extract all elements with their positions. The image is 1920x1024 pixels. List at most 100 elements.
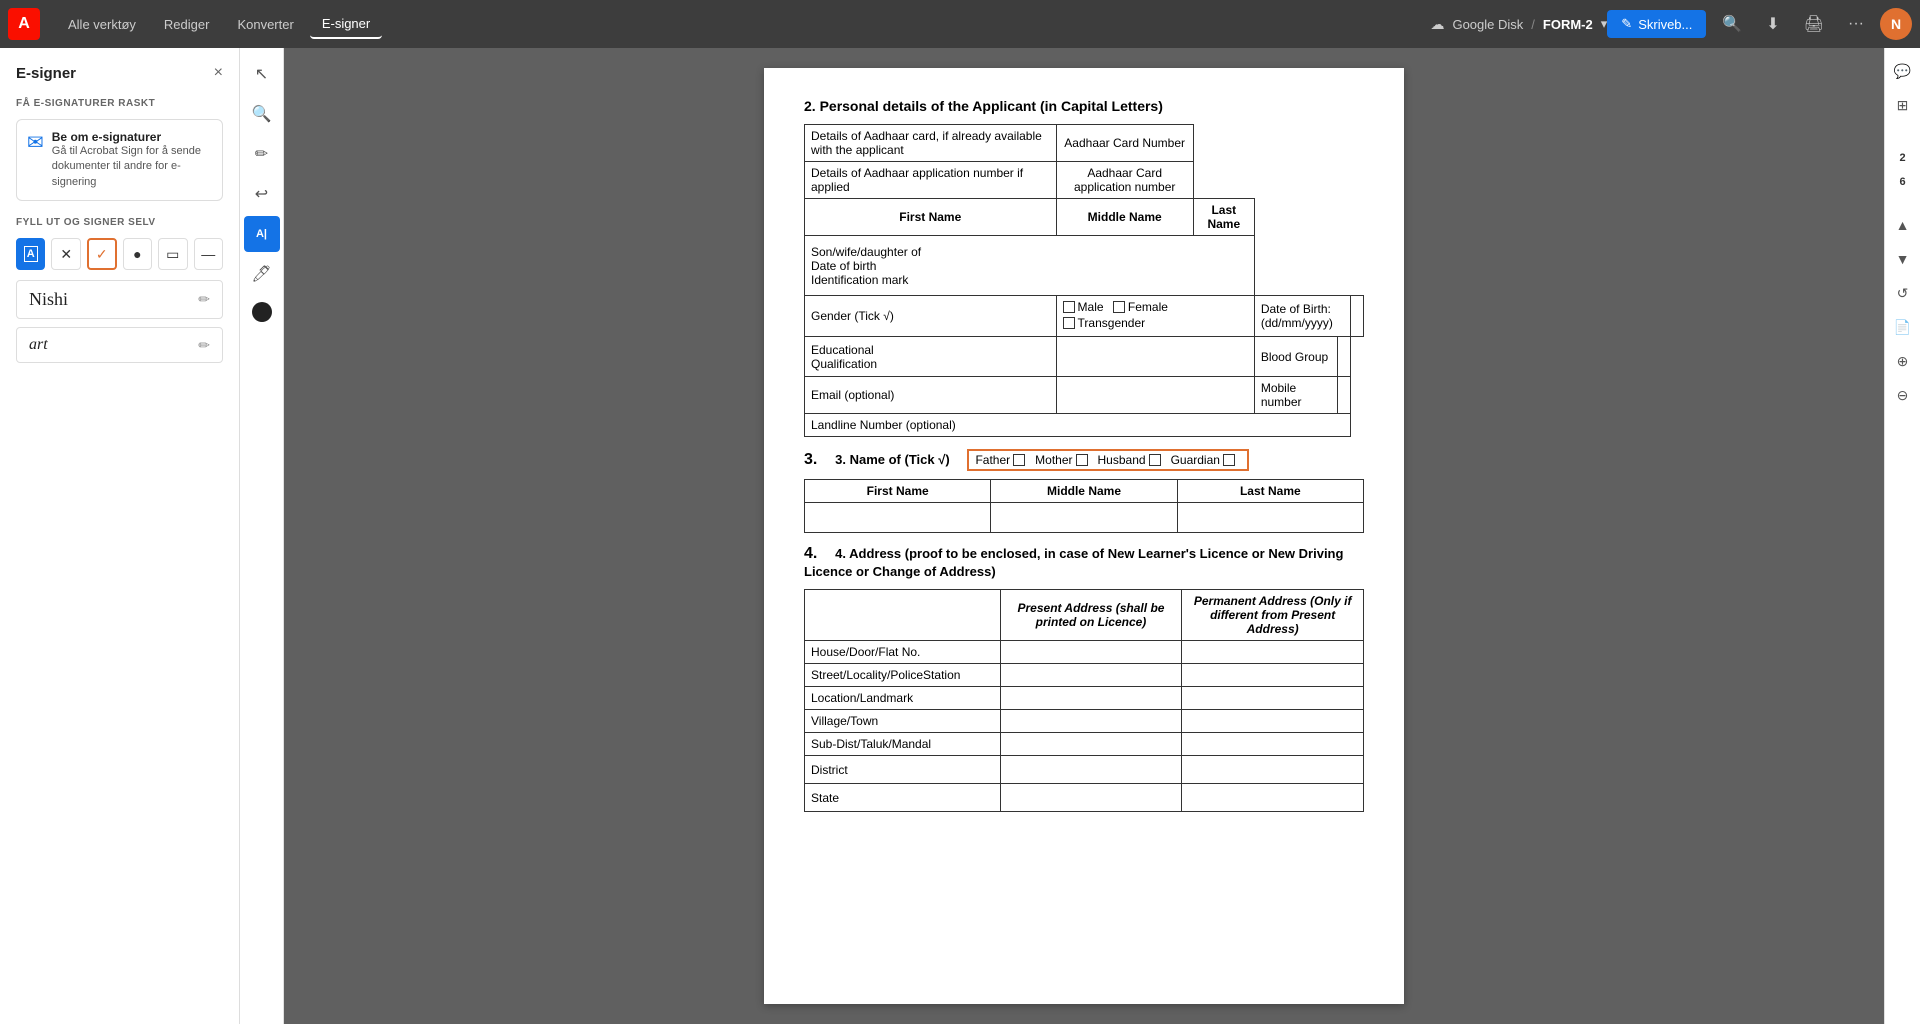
cross-tool-button[interactable]: ✕ bbox=[51, 238, 80, 270]
table-row: Landline Number (optional) bbox=[805, 414, 1364, 437]
chat-icon-button[interactable]: 💬 bbox=[1888, 56, 1918, 86]
document: 2. Personal details of the Applicant (in… bbox=[764, 68, 1404, 1004]
transgender-checkbox[interactable] bbox=[1063, 317, 1075, 329]
husband-checkbox[interactable] bbox=[1149, 454, 1161, 466]
topbar: A Alle verktøy Rediger Konverter E-signe… bbox=[0, 0, 1920, 48]
sub-dist-permanent-value bbox=[1182, 733, 1364, 756]
esign-promo-card: ✉ Be om e-signaturer Gå til Acrobat Sign… bbox=[16, 119, 223, 201]
section4-container: 4. 4. Address (proof to be enclosed, in … bbox=[804, 545, 1364, 581]
dob-cell: Date of Birth: (dd/mm/yyyy) bbox=[1254, 296, 1350, 337]
scroll-up-button[interactable]: ▲ bbox=[1888, 210, 1918, 240]
mother-checkbox[interactable] bbox=[1076, 454, 1088, 466]
cross-icon: ✕ bbox=[60, 246, 72, 263]
type-icon: A| bbox=[256, 228, 267, 240]
guardian-option: Guardian bbox=[1171, 453, 1235, 467]
cloud-label: Google Disk bbox=[1452, 17, 1523, 32]
circle-tool bbox=[252, 302, 272, 322]
table-row: Gender (Tick √) Male Female bbox=[805, 296, 1364, 337]
download-button[interactable]: ⬇ bbox=[1758, 10, 1787, 38]
table-row: Details of Aadhaar card, if already avai… bbox=[805, 125, 1364, 162]
zoom-in-button[interactable]: ⊕ bbox=[1888, 346, 1918, 376]
aadhaar-app-number-cell: Aadhaar Card application number bbox=[1056, 162, 1193, 199]
search-button[interactable]: 🔍 bbox=[1714, 10, 1750, 38]
street-label-cell: Street/Locality/PoliceStation bbox=[805, 664, 1001, 687]
nav-esigner[interactable]: E-signer bbox=[310, 10, 382, 39]
female-checkbox[interactable] bbox=[1113, 301, 1125, 313]
esigner-header: E-signer × bbox=[16, 64, 223, 82]
guardian-checkbox[interactable] bbox=[1223, 454, 1235, 466]
table-row: First Name Middle Name Last Name bbox=[805, 480, 1364, 503]
pen-tool-button[interactable]: ✏ bbox=[244, 136, 280, 172]
last-name-col: Last Name bbox=[1177, 480, 1363, 503]
document-area: 2. Personal details of the Applicant (in… bbox=[284, 48, 1884, 1024]
line-tool-button[interactable]: — bbox=[194, 238, 223, 270]
zoom-out-button[interactable]: ⊖ bbox=[1888, 380, 1918, 410]
fast-section-label: FÅ E-SIGNATURER RASKT bbox=[16, 98, 223, 109]
signature-card-1[interactable]: Nishi ✏ bbox=[16, 280, 223, 319]
promo-text: Be om e-signaturer Gå til Acrobat Sign f… bbox=[52, 130, 212, 190]
esigner-close-button[interactable]: × bbox=[214, 64, 223, 82]
husband-option: Husband bbox=[1098, 453, 1161, 467]
section3-title: 3. bbox=[804, 451, 831, 468]
print-button[interactable]: 🖨 bbox=[1796, 10, 1832, 38]
fill-section-label: FYLL UT OG SIGNER SELV bbox=[16, 217, 223, 228]
section3-container: 3. 3. Name of (Tick √) Father Mother Hus… bbox=[804, 449, 1364, 471]
signature-text-2: art bbox=[29, 336, 48, 354]
middle-name-header: Middle Name bbox=[1056, 199, 1193, 236]
table-row: Educational Qualification Blood Group bbox=[805, 337, 1364, 377]
house-label-cell: House/Door/Flat No. bbox=[805, 641, 1001, 664]
present-address-header: Present Address (shall be printed on Lic… bbox=[1000, 590, 1182, 641]
grid-icon-button[interactable]: ⊞ bbox=[1888, 90, 1918, 120]
breadcrumb-sep: / bbox=[1531, 17, 1535, 32]
dot-tool-button[interactable]: ● bbox=[123, 238, 152, 270]
table-row: Location/Landmark bbox=[805, 687, 1364, 710]
father-checkbox[interactable] bbox=[1013, 454, 1025, 466]
user-avatar[interactable]: N bbox=[1880, 8, 1912, 40]
write-button[interactable]: ✎ Skriveb... bbox=[1607, 10, 1706, 38]
house-permanent-value bbox=[1182, 641, 1364, 664]
first-name-value bbox=[805, 503, 991, 533]
table-row: Sub-Dist/Taluk/Mandal bbox=[805, 733, 1364, 756]
nav-alle-verktoy[interactable]: Alle verktøy bbox=[56, 11, 148, 38]
state-label-cell: State bbox=[805, 784, 1001, 812]
document-icon-button[interactable]: 📄 bbox=[1888, 312, 1918, 342]
more-button[interactable]: ··· bbox=[1840, 11, 1872, 37]
house-present-value bbox=[1000, 641, 1182, 664]
dob-value-cell bbox=[1350, 296, 1363, 337]
scroll-down-button[interactable]: ▼ bbox=[1888, 244, 1918, 274]
male-checkbox[interactable] bbox=[1063, 301, 1075, 313]
type-tool-button[interactable]: A| bbox=[244, 216, 280, 252]
female-option: Female bbox=[1113, 300, 1168, 314]
nav-rediger[interactable]: Rediger bbox=[152, 11, 222, 38]
gender-options-cell: Male Female Transgender bbox=[1056, 296, 1254, 337]
district-permanent-value bbox=[1182, 756, 1364, 784]
location-label-cell: Location/Landmark bbox=[805, 687, 1001, 710]
mobile-value-cell bbox=[1337, 377, 1350, 414]
zoom-tool-button[interactable]: 🔍 bbox=[244, 96, 280, 132]
email-value-cell bbox=[1056, 377, 1254, 414]
page-num-2: 2 bbox=[1895, 148, 1909, 168]
line-icon: — bbox=[201, 246, 215, 262]
checkmark-tool-button[interactable]: ✓ bbox=[87, 238, 117, 270]
village-label-cell: Village/Town bbox=[805, 710, 1001, 733]
page-num-6: 6 bbox=[1895, 172, 1909, 192]
refresh-button[interactable]: ↺ bbox=[1888, 278, 1918, 308]
nav-konverter[interactable]: Konverter bbox=[225, 11, 305, 38]
mobile-label-cell: Mobile number bbox=[1254, 377, 1337, 414]
text-tool-button[interactable]: A bbox=[16, 238, 45, 270]
rect-icon: ▭ bbox=[166, 246, 179, 263]
draw-tool-button[interactable]: 🖊 bbox=[244, 256, 280, 292]
topbar-nav: Alle verktøy Rediger Konverter E-signer bbox=[56, 10, 1430, 39]
edit-signature-2-icon[interactable]: ✏ bbox=[198, 337, 210, 354]
app-logo: A bbox=[8, 8, 40, 40]
select-tool-button[interactable]: ↖ bbox=[244, 56, 280, 92]
middle-name-value bbox=[991, 503, 1177, 533]
rect-tool-button[interactable]: ▭ bbox=[158, 238, 187, 270]
first-name-header: First Name bbox=[805, 199, 1057, 236]
fill-sign-section: FYLL UT OG SIGNER SELV A ✕ ✓ ● ▭ — bbox=[16, 217, 223, 363]
eraser-tool-button[interactable]: ↩ bbox=[244, 176, 280, 212]
signature-card-2[interactable]: art ✏ bbox=[16, 327, 223, 363]
last-name-header: Last Name bbox=[1193, 199, 1254, 236]
village-permanent-value bbox=[1182, 710, 1364, 733]
edit-signature-1-icon[interactable]: ✏ bbox=[198, 291, 210, 308]
